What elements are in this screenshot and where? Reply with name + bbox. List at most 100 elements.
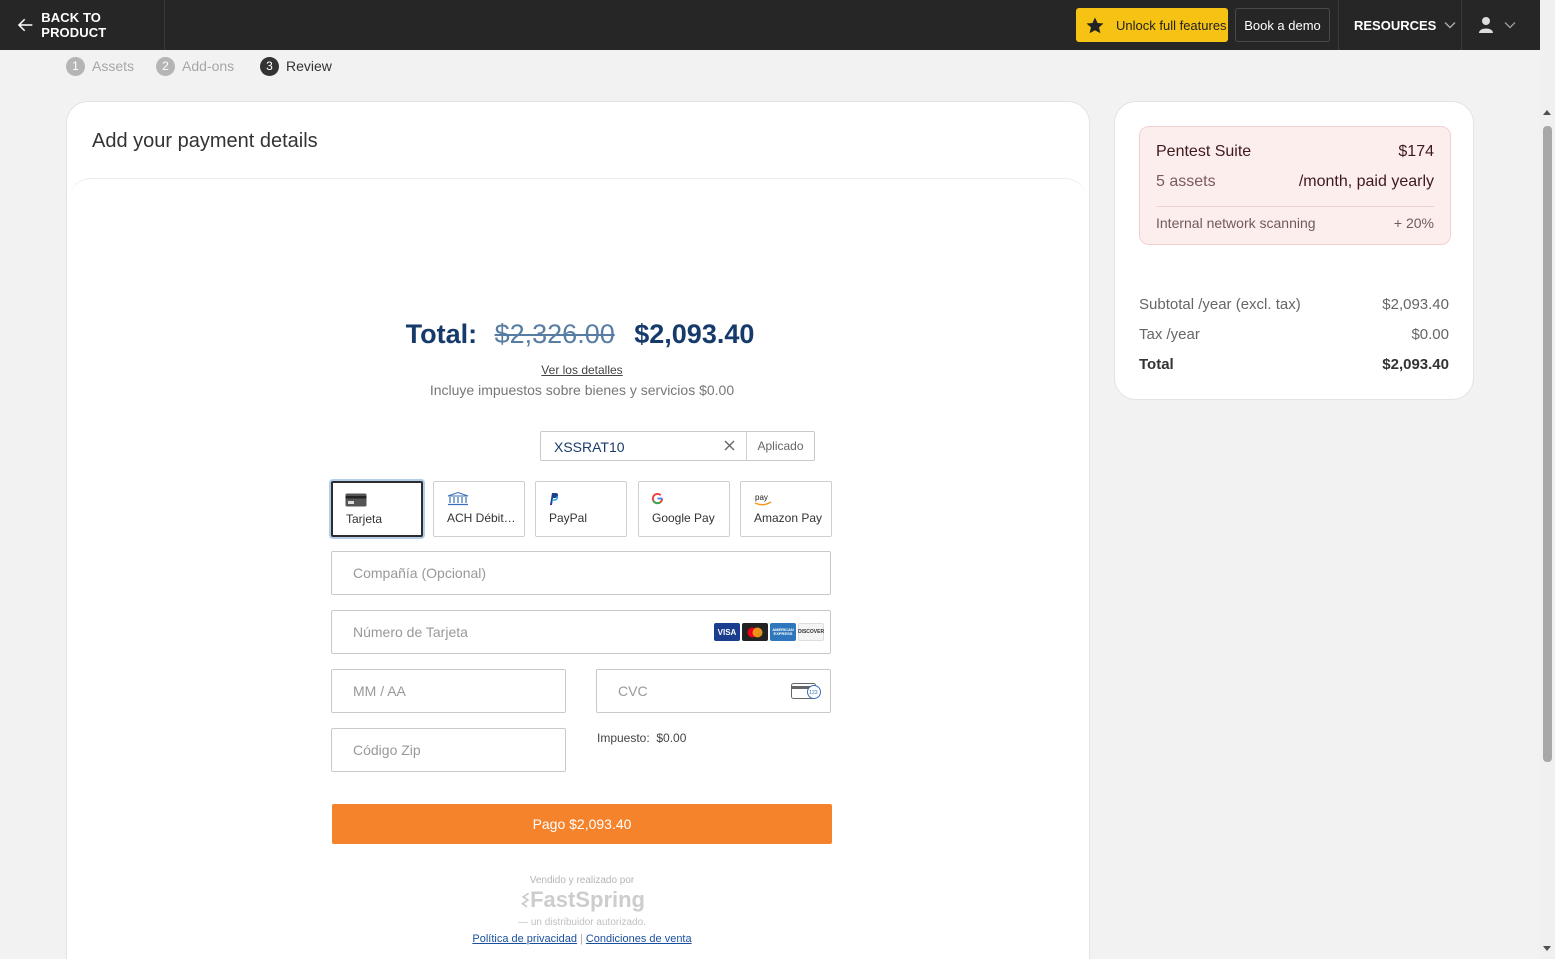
amex-icon: AMERICAN EXPRESS [770,623,796,641]
tax-value: $0.00 [656,731,687,745]
card-number-field[interactable]: Número de Tarjeta VISA AMERICAN EXPRESS … [331,610,831,654]
star-icon [1086,17,1104,33]
checkout-frame: Total: $2,326.00 $2,093.40 Ver los detal… [69,178,1087,959]
privacy-policy-link[interactable]: Política de privacidad [472,933,577,945]
fastspring-logo: FastSpring [521,887,645,913]
addon-name: Internal network scanning [1156,215,1316,231]
total-value: $2,093.40 [1382,356,1449,373]
unlock-label: Unlock full features [1116,17,1227,33]
discounted-price: $2,093.40 [634,319,755,349]
fastspring-mark-icon [521,892,530,908]
step-review[interactable]: 3 Review [260,56,332,76]
scroll-up-arrow-icon[interactable] [1543,110,1551,115]
step-assets[interactable]: 1 Assets [66,56,134,76]
total-label: Total [1139,356,1174,373]
addon-row: Internal network scanning + 20% [1156,215,1434,231]
tax-line: Impuesto: $0.00 [597,731,686,745]
method-label: PayPal [549,511,588,525]
product-name: Pentest Suite [1156,143,1252,160]
order-total: Total: $2,326.00 $2,093.40 [69,319,1091,350]
subtotal-label: Subtotal /year (excl. tax) [1139,296,1301,313]
step-label: Review [286,58,332,74]
sold-by-label: Vendido y realizado por [529,875,635,886]
coupon-field[interactable]: XSSRAT10 Aplicado [540,431,815,461]
subtotal-value: $2,093.40 [1382,296,1449,313]
method-amazon-pay[interactable]: pay Amazon Pay [740,481,832,537]
tax-label: Impuesto: [597,731,650,745]
company-placeholder: Compañía (Opcional) [353,565,487,581]
step-number: 1 [66,56,85,76]
card-number-placeholder: Número de Tarjeta [353,624,468,640]
zip-placeholder: Código Zip [353,742,421,758]
step-label: Add-ons [182,58,235,74]
fastspring-wordmark: FastSpring [530,887,645,912]
step-add-ons[interactable]: 2 Add-ons [156,56,234,76]
book-demo-button[interactable]: Book a demo [1235,8,1330,42]
legal-links: Política de privacidad | Condiciones de ve… [472,933,692,945]
order-summary-card: Pentest Suite $174 5 assets /month, paid… [1114,101,1474,400]
expiry-field[interactable]: MM / AA [331,669,566,713]
method-ach-debit[interactable]: ACH Débit… [433,481,525,537]
subtotal-row: Subtotal /year (excl. tax) $2,093.40 [1139,296,1449,313]
product-summary: Pentest Suite $174 5 assets /month, paid… [1139,126,1451,245]
cvc-field[interactable]: CVC 123 [596,669,831,713]
method-google-pay[interactable]: Google Pay [638,481,730,537]
product-price: $174 [1398,143,1434,160]
paypal-icon [550,493,559,505]
distributor-note: — un distribuidor autorizado. [518,917,646,928]
assets-count: 5 assets [1156,173,1216,190]
tax-value: $0.00 [1411,326,1449,343]
user-icon [1479,17,1493,33]
credit-card-icon [345,493,367,507]
total-label: Total: [405,319,478,349]
coupon-status: Aplicado [746,432,814,460]
method-paypal[interactable]: PayPal [535,481,627,537]
method-label: ACH Débit… [447,511,516,525]
card-brand-logos: VISA AMERICAN EXPRESS DISCOVER [714,623,824,641]
product-row: Pentest Suite $174 [1156,143,1434,161]
top-bar: BACK TO PRODUCT Unlock full features Boo… [0,0,1540,50]
svg-text:pay: pay [755,493,768,502]
scrollbar-thumb[interactable] [1543,126,1552,762]
resources-menu[interactable]: RESOURCES [1338,0,1462,50]
view-details-link[interactable]: Ver los detalles [69,363,1095,377]
original-price: $2,326.00 [494,319,615,349]
company-field[interactable]: Compañía (Opcional) [331,551,831,595]
visa-icon: VISA [714,623,740,641]
mastercard-icon [742,623,768,641]
bank-icon [447,492,469,506]
step-label: Assets [92,58,135,74]
addon-value: + 20% [1393,215,1434,231]
chevron-down-icon [1444,22,1456,29]
payment-card: Add your payment details Total: $2,326.0… [66,101,1090,959]
total-row: Total $2,093.40 [1139,356,1449,373]
method-card[interactable]: Tarjeta [331,481,423,537]
close-icon[interactable] [724,440,735,451]
expiry-placeholder: MM / AA [353,683,406,699]
user-menu[interactable] [1478,0,1528,50]
tax-label: Tax /year [1139,326,1200,343]
method-label: Tarjeta [346,512,383,526]
divider [1156,206,1434,207]
arrow-left-icon [18,18,33,32]
demo-label: Book a demo [1244,17,1321,33]
coupon-code: XSSRAT10 [554,439,625,455]
chevron-down-icon [1504,22,1516,29]
unlock-features-button[interactable]: Unlock full features [1076,8,1228,42]
method-label: Google Pay [652,511,715,525]
scroll-down-arrow-icon[interactable] [1543,946,1551,951]
step-number: 3 [260,56,279,76]
back-label: BACK TO PRODUCT [41,10,107,40]
method-label: Amazon Pay [754,511,823,525]
billing-period: /month, paid yearly [1298,173,1434,190]
amazon-pay-icon: pay [754,493,772,506]
svg-text:123: 123 [809,690,818,696]
pay-button[interactable]: Pago $2,093.40 [332,804,832,844]
tax-row: Tax /year $0.00 [1139,326,1449,343]
step-number: 2 [156,56,175,76]
zip-field[interactable]: Código Zip [331,728,566,772]
google-icon [651,493,664,505]
page-title: Add your payment details [92,130,318,152]
terms-of-sale-link[interactable]: Condiciones de venta [586,933,692,945]
back-to-product-button[interactable]: BACK TO PRODUCT [0,0,165,50]
